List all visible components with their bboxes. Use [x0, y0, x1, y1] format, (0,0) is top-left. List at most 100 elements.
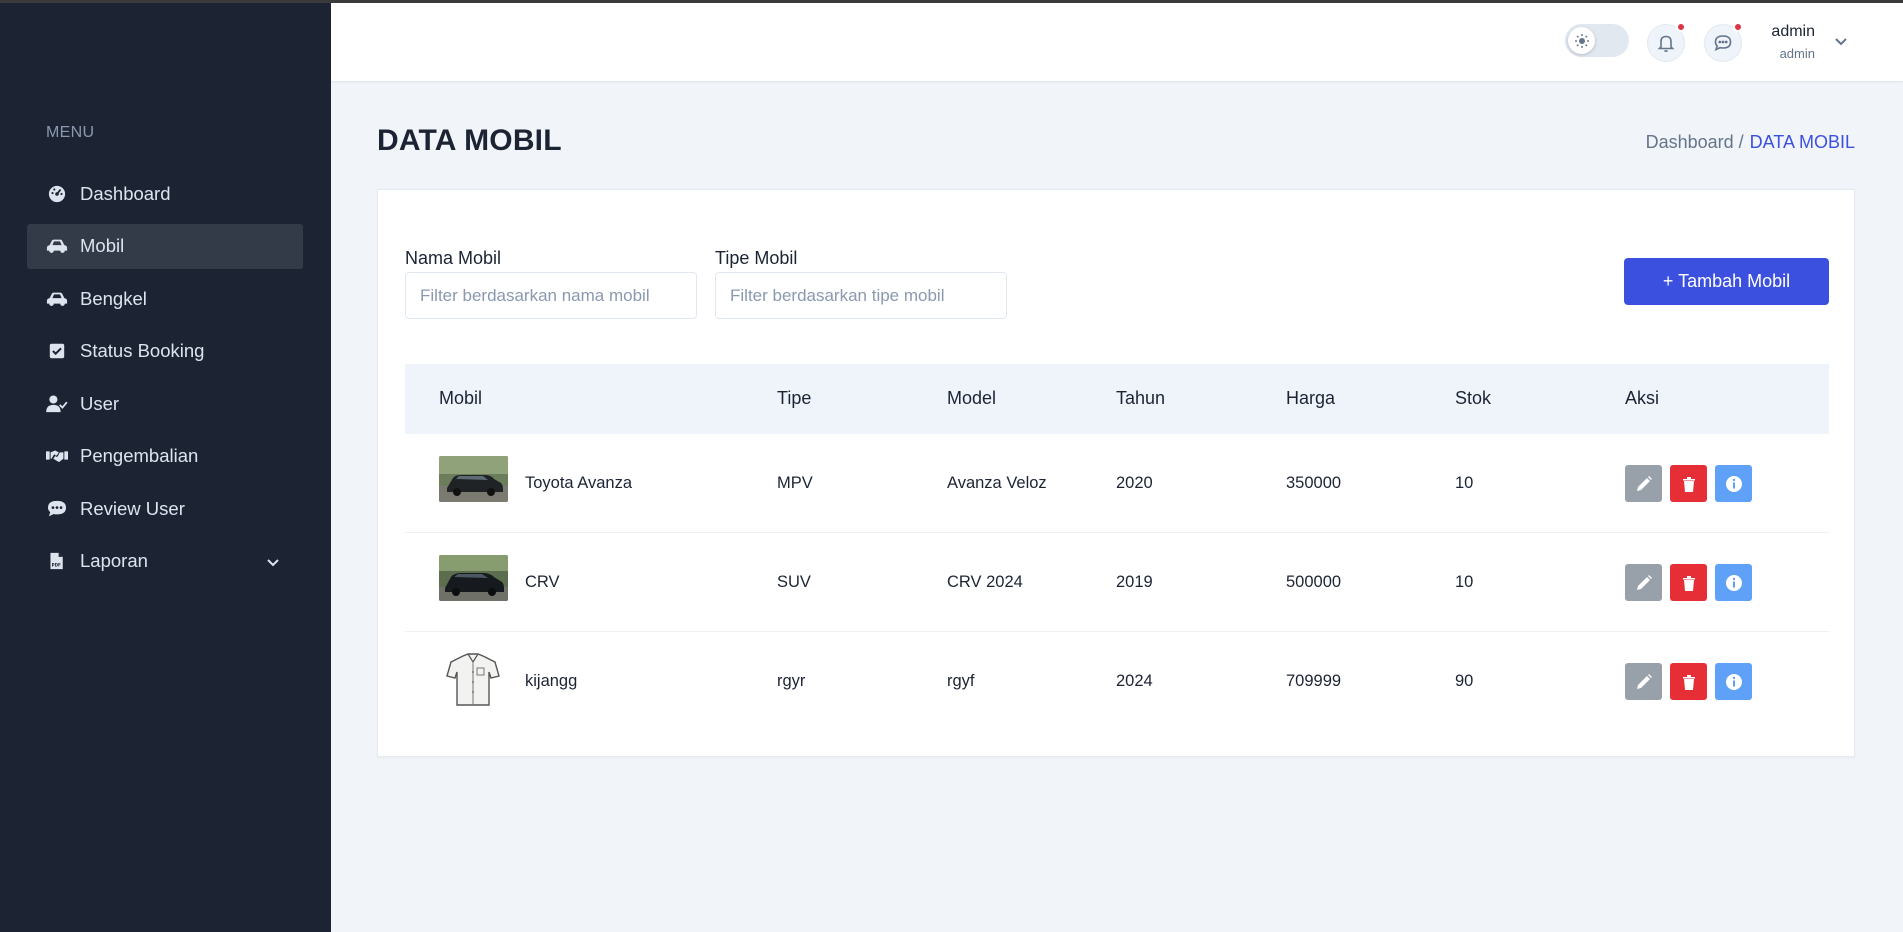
user-role: admin	[1779, 46, 1815, 61]
column-header-model: Model	[947, 388, 997, 408]
name-filter-input[interactable]	[405, 272, 697, 319]
sidebar-item-label: Bengkel	[80, 287, 147, 309]
car-type: SUV	[777, 573, 811, 591]
edit-button[interactable]	[1625, 465, 1662, 502]
info-button[interactable]	[1715, 663, 1752, 700]
sidebar-item-laporan[interactable]: PDF Laporan	[27, 539, 303, 584]
sidebar-nav: Dashboard Mobil Bengkel Status Booking U…	[27, 171, 303, 591]
sidebar-item-label: Pengembalian	[80, 445, 199, 466]
car-year: 2019	[1116, 573, 1153, 591]
pencil-icon	[1636, 574, 1652, 590]
car-stock: 10	[1455, 474, 1474, 492]
type-filter-label: Tipe Mobil	[715, 248, 798, 268]
car-model: Avanza Veloz	[947, 474, 1047, 492]
sidebar-item-label: Dashboard	[80, 182, 171, 204]
car-data-card: Nama Mobil Tipe Mobil + Tambah Mobil Mob…	[377, 189, 1855, 757]
window-top-border	[0, 0, 1903, 3]
table-row: kijangg rgyr rgyf 2024 709999 90	[405, 632, 1829, 731]
top-header: admin admin	[331, 3, 1903, 82]
trash-icon	[1682, 674, 1695, 690]
pencil-icon	[1636, 673, 1652, 689]
column-header-stok: Stok	[1455, 388, 1492, 408]
car-table: Mobil Tipe Model Tahun Harga Stok Aksi T…	[405, 364, 1829, 731]
chevron-down-icon[interactable]	[265, 553, 281, 569]
car-icon	[46, 289, 70, 309]
type-filter-input[interactable]	[715, 272, 1007, 319]
car-icon	[46, 236, 70, 256]
dashboard-icon	[46, 184, 70, 204]
trash-icon	[1682, 476, 1695, 492]
car-name: kijangg	[525, 672, 578, 690]
delete-button[interactable]	[1670, 564, 1707, 601]
breadcrumb-dashboard-link[interactable]: Dashboard /	[1646, 132, 1744, 152]
car-photo	[439, 555, 508, 601]
edit-button[interactable]	[1625, 663, 1662, 700]
delete-button[interactable]	[1670, 663, 1707, 700]
info-icon	[1725, 574, 1742, 591]
add-car-button[interactable]: + Tambah Mobil	[1624, 258, 1829, 305]
notifications-button[interactable]	[1647, 22, 1686, 62]
check-square-icon	[46, 341, 70, 361]
pencil-icon	[1636, 475, 1652, 491]
comment-dots-icon	[46, 499, 70, 519]
car-type: rgyr	[777, 672, 806, 690]
edit-button[interactable]	[1625, 564, 1662, 601]
name-filter-label: Nama Mobil	[405, 248, 502, 268]
column-header-harga: Harga	[1286, 388, 1336, 408]
sidebar-item-label: Review User	[80, 497, 185, 519]
car-stock: 10	[1455, 573, 1474, 591]
info-button[interactable]	[1715, 564, 1752, 601]
svg-text:PDF: PDF	[52, 563, 61, 568]
info-button[interactable]	[1715, 465, 1752, 502]
menu-heading: MENU	[46, 124, 95, 141]
sidebar-item-dashboard[interactable]: Dashboard	[27, 171, 303, 216]
column-header-tahun: Tahun	[1116, 388, 1166, 408]
sidebar-item-user[interactable]: User	[27, 381, 303, 426]
sidebar-item-status-booking[interactable]: Status Booking	[27, 329, 303, 374]
trash-icon	[1682, 575, 1695, 591]
theme-toggle[interactable]	[1565, 24, 1629, 57]
shirt-image	[443, 652, 503, 708]
notification-badge	[1676, 22, 1686, 32]
chevron-down-icon[interactable]	[1833, 33, 1849, 49]
user-check-icon	[46, 394, 70, 414]
sidebar-item-label: User	[80, 392, 120, 414]
breadcrumb-current: DATA MOBIL	[1749, 132, 1855, 152]
messages-button[interactable]	[1704, 22, 1743, 62]
table-row: Toyota Avanza MPV Avanza Veloz 2020 3500…	[405, 434, 1829, 533]
file-pdf-icon: PDF	[46, 551, 70, 571]
sidebar-item-review-user[interactable]: Review User	[27, 486, 303, 531]
sidebar-item-pengembalian[interactable]: Pengembalian	[27, 434, 303, 479]
car-name: CRV	[525, 573, 560, 591]
page-title: DATA MOBIL	[377, 124, 562, 157]
column-header-aksi: Aksi	[1625, 388, 1660, 408]
sidebar-item-mobil[interactable]: Mobil	[27, 223, 303, 269]
table-header: Mobil Tipe Model Tahun Harga Stok Aksi	[405, 364, 1829, 434]
message-badge	[1733, 22, 1743, 32]
car-price: 500000	[1286, 573, 1342, 591]
sidebar-item-label: Laporan	[80, 550, 148, 571]
car-type: MPV	[777, 474, 813, 492]
breadcrumb: Dashboard / DATA MOBIL	[1646, 132, 1855, 153]
car-year: 2020	[1116, 474, 1153, 492]
table-row: CRV SUV CRV 2024 2019 500000 10	[405, 533, 1829, 632]
car-name: Toyota Avanza	[525, 474, 633, 492]
bell-icon	[1657, 35, 1675, 52]
sidebar-item-label: Status Booking	[80, 340, 205, 361]
sidebar-item-bengkel[interactable]: Bengkel	[27, 276, 303, 321]
column-header-mobil: Mobil	[439, 388, 483, 408]
handshake-icon	[46, 446, 70, 466]
column-header-tipe: Tipe	[777, 388, 812, 408]
car-price: 350000	[1286, 474, 1342, 492]
car-price: 709999	[1286, 672, 1342, 690]
car-model: CRV 2024	[947, 573, 1023, 591]
chat-icon	[1714, 35, 1732, 51]
info-icon	[1725, 673, 1742, 690]
user-name[interactable]: admin	[1771, 23, 1815, 41]
info-icon	[1725, 475, 1742, 492]
delete-button[interactable]	[1670, 465, 1707, 502]
car-model: rgyf	[947, 672, 975, 690]
sidebar: MENU Dashboard Mobil Bengkel Status Book…	[0, 0, 331, 932]
sidebar-item-label: Mobil	[80, 235, 125, 256]
sun-icon	[1568, 27, 1595, 54]
